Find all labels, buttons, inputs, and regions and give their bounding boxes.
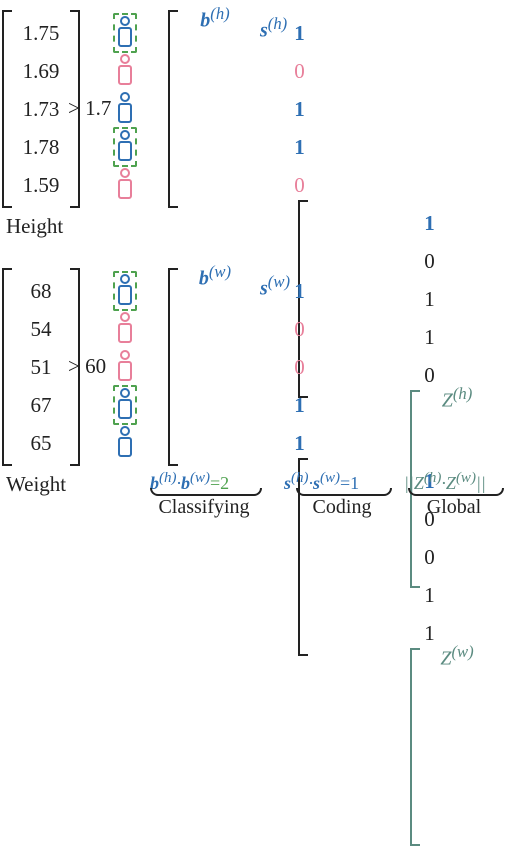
- vector-entry: 51: [6, 348, 76, 386]
- icon-row: [108, 90, 142, 128]
- male-icon: [116, 92, 134, 126]
- matrix-row: 10: [172, 424, 510, 462]
- matrix-row: 10: [172, 90, 510, 128]
- bottom-annotations: b(h)·b(w)=2 s(h)·s(w)=1 ||Z(h)·Z(w)|| Cl…: [0, 470, 510, 528]
- icon-row: [108, 348, 142, 386]
- matrix-row: 10: [414, 766, 510, 804]
- vector-entry: 1.78: [6, 128, 76, 166]
- dashed-highlight: [113, 13, 137, 53]
- s-label: s(h): [260, 14, 287, 43]
- icon-row: [108, 166, 142, 204]
- icon-row: [108, 424, 142, 462]
- matrix-row: 10: [414, 804, 510, 842]
- vector-entry: 68: [6, 272, 76, 310]
- matrix-row: 10: [172, 128, 510, 166]
- b-matrix: b(h)1001101001: [172, 14, 510, 204]
- label-classifying: Classifying: [150, 496, 258, 519]
- female-icon: [116, 54, 134, 88]
- vector-entry: 65: [6, 424, 76, 462]
- matrix-row: 01: [414, 690, 510, 728]
- height-group: 1.751.691.731.781.59Height> 1.7b(h)10011…: [0, 0, 510, 250]
- label-coding: Coding: [296, 496, 388, 519]
- matrix-row: 01: [172, 348, 510, 386]
- matrix-row: 01: [414, 728, 510, 766]
- male-icon: [116, 16, 134, 50]
- vector-entry: 1.69: [6, 52, 76, 90]
- dashed-highlight: [113, 385, 137, 425]
- female-icon: [116, 312, 134, 346]
- vector-entry: 54: [6, 310, 76, 348]
- z-label: Z(w): [414, 642, 500, 671]
- female-icon: [116, 168, 134, 202]
- brace-classifying: [150, 488, 262, 496]
- brace-global: [408, 488, 504, 496]
- matrix-row: 10: [302, 576, 510, 614]
- matrix-row: 10: [172, 386, 510, 424]
- value-vector: 6854516765: [6, 272, 76, 462]
- icon-column: [108, 14, 142, 204]
- male-icon: [116, 274, 134, 308]
- female-icon: [116, 350, 134, 384]
- matrix-row: 01: [302, 538, 510, 576]
- matrix-row: 01: [172, 52, 510, 90]
- matrix-row: 01: [172, 166, 510, 204]
- icon-row: [108, 14, 142, 52]
- value-vector: 1.751.691.731.781.59: [6, 14, 76, 204]
- matrix-row: 10: [302, 204, 510, 242]
- dashed-highlight: [113, 127, 137, 167]
- vector-entry: 67: [6, 386, 76, 424]
- vector-entry: 1.59: [6, 166, 76, 204]
- matrix-row: 01: [172, 310, 510, 348]
- icon-row: [108, 128, 142, 166]
- threshold-label: > 1.7: [68, 96, 111, 121]
- threshold-label: > 60: [68, 354, 106, 379]
- icon-row: [108, 272, 142, 310]
- dashed-highlight: [113, 271, 137, 311]
- brace-coding: [296, 488, 392, 496]
- b-matrix: b(w)1001011010: [172, 272, 510, 462]
- male-icon: [116, 388, 134, 422]
- vector-title: Height: [6, 214, 63, 239]
- vector-entry: 1.73: [6, 90, 76, 128]
- b-label: b(h): [172, 4, 258, 33]
- icon-column: [108, 272, 142, 462]
- z-matrix: Z(w)1001011010: [414, 652, 510, 842]
- label-global: Global: [408, 496, 500, 519]
- s-label: s(w): [260, 272, 290, 301]
- male-icon: [116, 426, 134, 460]
- male-icon: [116, 130, 134, 164]
- icon-row: [108, 310, 142, 348]
- b-label: b(w): [172, 262, 258, 291]
- vector-entry: 1.75: [6, 14, 76, 52]
- icon-row: [108, 52, 142, 90]
- icon-row: [108, 386, 142, 424]
